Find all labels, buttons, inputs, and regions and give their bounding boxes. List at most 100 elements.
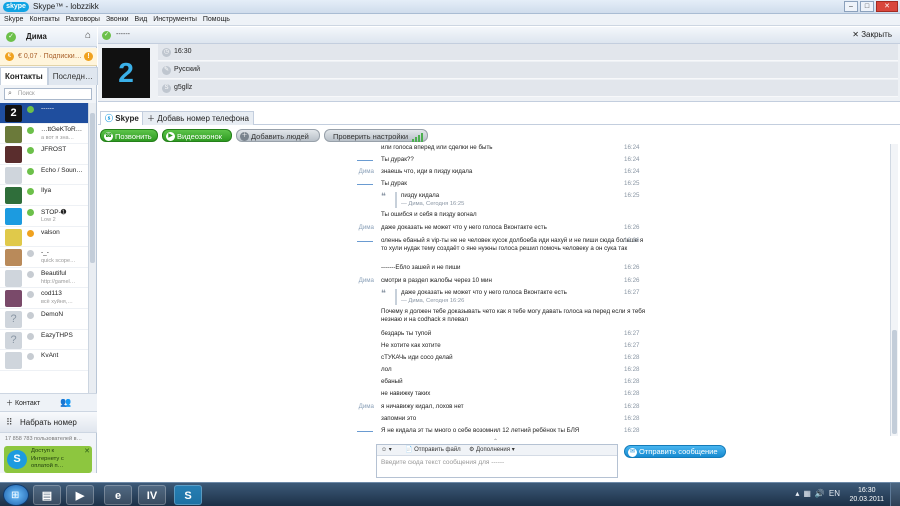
chat-bubble-icon: ✉ [628, 448, 637, 457]
message-text: сТУКАЧь иди сосо делай [381, 354, 453, 361]
add-contact-row: ＋ Контакт 👥 [0, 393, 97, 411]
contact-item[interactable]: -_- quick scope… [0, 247, 88, 268]
contact-item[interactable]: Beautiful http://gamel… [0, 268, 88, 289]
taskbar-explorer-icon[interactable]: ▤ [33, 485, 61, 505]
video-icon: ▶ [166, 132, 175, 141]
contact-item[interactable]: ? EazyTHPS [0, 330, 88, 351]
tray-network-icon[interactable]: ▦ [803, 489, 811, 498]
search-row: ⌕ Поиск [0, 87, 97, 101]
close-conversation-button[interactable]: ✕ Закрыть [852, 30, 892, 39]
menu-calls[interactable]: Звонки [106, 14, 129, 25]
contact-item[interactable]: 2 ------ [0, 103, 88, 124]
contact-item[interactable]: valson [0, 227, 88, 248]
status-online-icon [27, 106, 34, 113]
menu-contacts[interactable]: Контакты [29, 14, 59, 25]
skype-credit-icon: € [5, 52, 14, 61]
contact-item[interactable]: cod113 всё хуйня,… [0, 288, 88, 309]
tray-volume-icon[interactable]: 🔊 [815, 489, 825, 498]
taskbar-clock[interactable]: 16:30 20.03.2011 [849, 486, 884, 504]
add-contact-button[interactable]: ＋ Контакт [6, 398, 40, 408]
message-text: знаешь что, иди в пизду кидала [381, 168, 473, 175]
profile-picture-text: 2 [118, 57, 134, 88]
taskbar-skype-icon[interactable]: S [174, 485, 202, 505]
composer-toolbar: ☺ ▾ 📄 Отправить файл ⚙ Дополнения ▾ [377, 445, 617, 456]
add-group-icon[interactable]: 👥 [60, 397, 71, 408]
message-text: даже доказать не может что у него голоса… [381, 224, 547, 231]
online-status-icon[interactable]: ✓ [6, 32, 16, 42]
tab-recent[interactable]: Последн… [47, 67, 98, 85]
extras-button[interactable]: ⚙ Дополнения ▾ [469, 445, 515, 456]
contact-name: EazyTHPS [41, 331, 73, 339]
send-file-label: Отправить файл [414, 447, 461, 453]
quote: даже доказать не может что у него голоса… [395, 289, 646, 305]
quote: пизду кидала — Дима, Сегодня 16:25 [395, 192, 646, 208]
scrollbar-thumb[interactable] [90, 113, 95, 263]
avatar [5, 207, 22, 225]
send-file-button[interactable]: 📄 Отправить файл [405, 445, 461, 456]
emoticon-button[interactable]: ☺ ▾ [381, 445, 392, 456]
message-composer: ☺ ▾ 📄 Отправить файл ⚙ Дополнения ▾ Введ… [376, 444, 618, 478]
menu-tools[interactable]: Инструменты [153, 14, 197, 25]
tab-contacts[interactable]: Контакты [0, 67, 48, 85]
tray-language-icon[interactable]: EN [829, 489, 840, 498]
tab-skype[interactable]: ⓢ Skype [100, 111, 144, 125]
user-status-row[interactable]: ✓ Дима ⌂ [0, 27, 97, 47]
add-people-button[interactable]: ＋ Добавить людей [236, 129, 320, 142]
send-message-button[interactable]: ✉ Отправить сообщение [624, 445, 726, 458]
skype-icon: ⓢ [105, 114, 113, 123]
message-input[interactable]: Введите сюда текст сообщения для ------ [381, 459, 504, 466]
status-online-icon [27, 188, 34, 196]
contact-item[interactable]: JFROST [0, 144, 88, 165]
start-button[interactable]: ⊞ [3, 484, 29, 506]
call-button[interactable]: ☎ Позвонить [100, 129, 158, 142]
dial-number-button[interactable]: ⠿ Набрать номер [0, 411, 97, 433]
show-desktop-button[interactable] [890, 483, 900, 506]
taskbar-media-icon[interactable]: ▶ [66, 485, 94, 505]
video-call-button[interactable]: ▶ Видеозвонок [162, 129, 232, 142]
message-text: Ты ошибся и себя в пизду вогнал [381, 211, 477, 218]
message-text: Не хотите как хотите [381, 342, 441, 349]
promo-text: Доступ к Интернету с оплатой п… [31, 448, 64, 469]
tab-add-phone[interactable]: ＋ Добавь номер телефона [142, 111, 254, 125]
skype-logo: skype [3, 2, 29, 12]
message-time: 16:27 [624, 289, 640, 296]
menu-conversations[interactable]: Разговоры [66, 14, 100, 25]
scrollbar-thumb[interactable] [892, 330, 897, 434]
taskbar-app-iv-icon[interactable]: IV [138, 485, 166, 505]
close-window-button[interactable]: ✕ [876, 1, 898, 12]
menu-view[interactable]: Вид [135, 14, 148, 25]
tray-expand-icon[interactable]: ▴ [795, 489, 799, 498]
contact-item[interactable]: Echo / Soun… [0, 165, 88, 186]
check-settings-button[interactable]: Проверить настройки [324, 129, 428, 142]
menu-bar: Skype Контакты Разговоры Звонки Вид Инст… [0, 14, 900, 26]
message-time: 16:27 [624, 342, 640, 349]
promo-banner[interactable]: S Доступ к Интернету с оплатой п… ✕ [4, 446, 92, 473]
home-icon[interactable]: ⌂ [85, 30, 91, 41]
contact-item[interactable]: STOP-➊ Low 2 [0, 206, 88, 227]
message-sender: Дима [358, 168, 374, 175]
contact-list-scrollbar[interactable] [88, 103, 96, 393]
search-input[interactable]: ⌕ Поиск [4, 88, 92, 100]
profile-picture: 2 [102, 48, 150, 98]
contact-list: 2 ------ …ttGeKToR… а вот я зна… JFROST … [0, 103, 88, 393]
contact-item[interactable]: …ttGeKToR… а вот я зна… [0, 124, 88, 145]
credit-row[interactable]: € € 0,07 · Подписки… ! [0, 48, 97, 66]
close-promo-icon[interactable]: ✕ [84, 447, 90, 455]
message-time: 16:26 [624, 277, 640, 284]
chat-scrollbar[interactable] [890, 144, 898, 436]
message-time: 16:26 [624, 224, 640, 231]
minimize-button[interactable]: – [844, 1, 858, 12]
phone-icon: ☎ [104, 132, 113, 141]
contact-name: -_- [41, 249, 49, 257]
close-label: Закрыть [861, 30, 892, 39]
menu-skype[interactable]: Skype [4, 14, 23, 25]
contact-item[interactable]: KvAnt [0, 350, 88, 371]
message-time: 16:26 [624, 237, 640, 244]
message-text: не навижку таких [381, 390, 431, 397]
contact-item[interactable]: ? DemoN [0, 309, 88, 330]
clock-time: 16:30 [857, 487, 876, 494]
contact-item[interactable]: Ilya [0, 185, 88, 206]
menu-help[interactable]: Помощь [203, 14, 230, 25]
taskbar-ie-icon[interactable]: e [104, 485, 132, 505]
maximize-button[interactable]: □ [860, 1, 874, 12]
